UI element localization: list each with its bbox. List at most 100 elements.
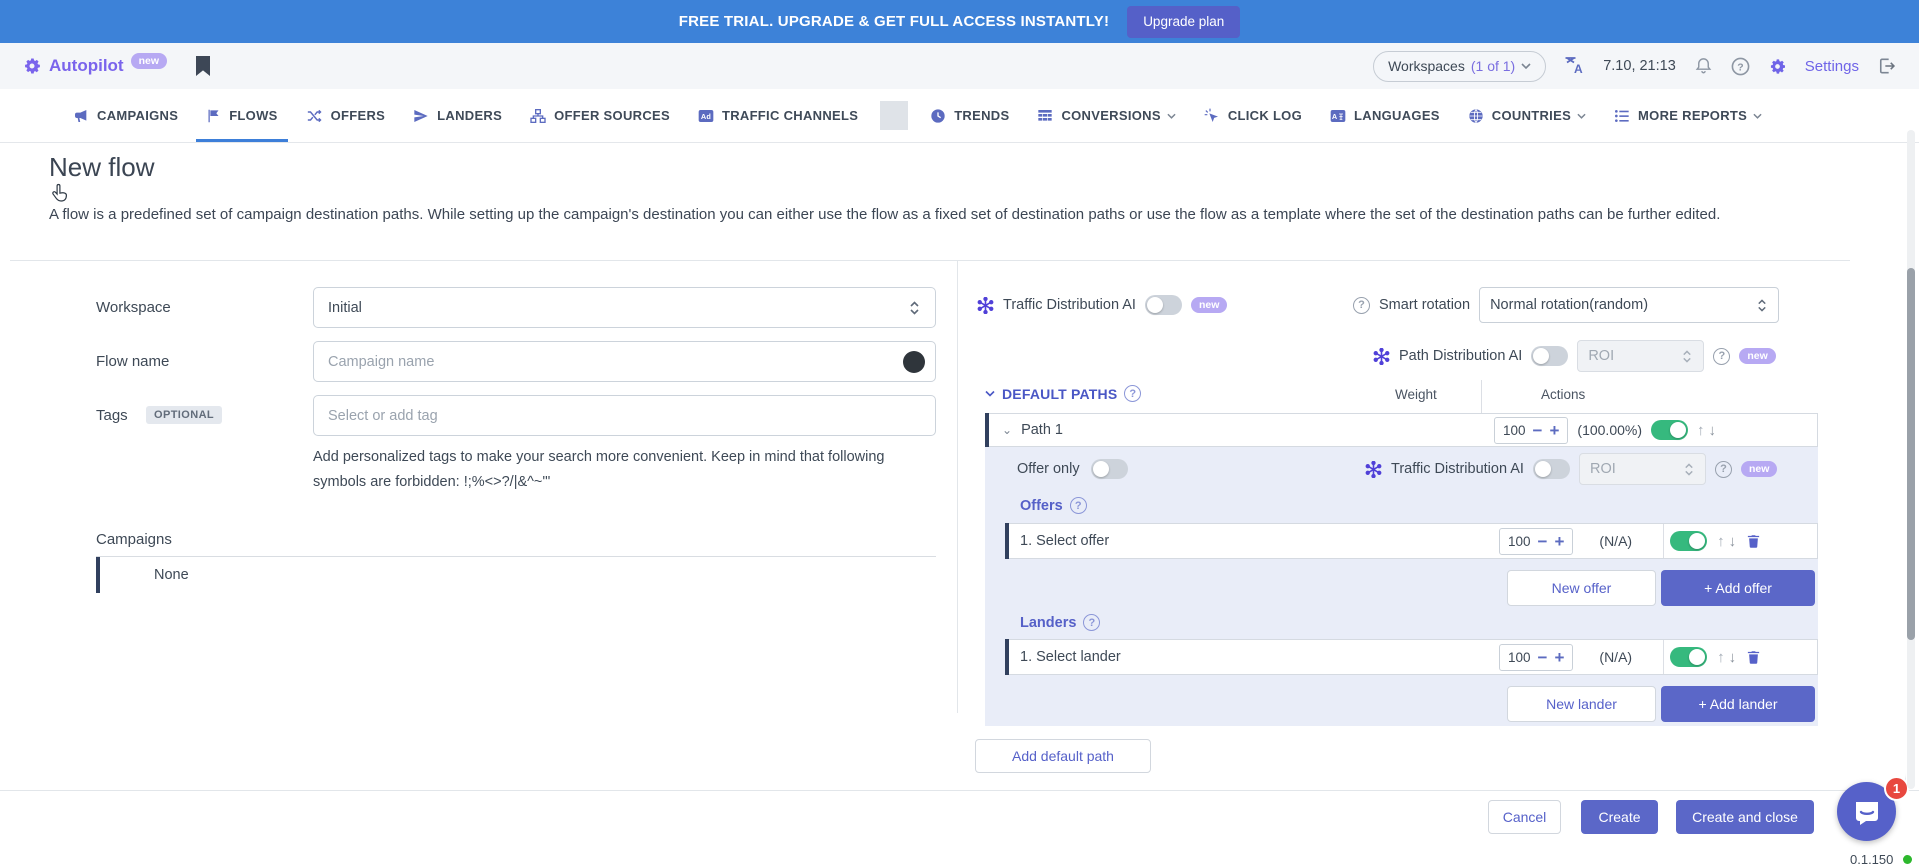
path-traffic-ai-label: Traffic Distribution AI bbox=[1391, 461, 1524, 477]
nav-item-conversions[interactable]: CONVERSIONS bbox=[1023, 89, 1189, 142]
svg-text:Ad: Ad bbox=[701, 112, 711, 121]
languages-icon: A bbox=[1330, 108, 1346, 124]
move-up-icon[interactable]: ↑ bbox=[1717, 533, 1725, 550]
delete-trash-icon[interactable] bbox=[1746, 649, 1761, 666]
help-icon[interactable]: ? bbox=[1715, 461, 1732, 478]
move-up-icon[interactable]: ↑ bbox=[1717, 649, 1725, 666]
add-default-path-button[interactable]: Add default path bbox=[975, 739, 1151, 773]
weight-plus-button[interactable]: + bbox=[1549, 422, 1559, 439]
actions-column-header: Actions bbox=[1541, 387, 1585, 402]
brand[interactable]: Autopilot new bbox=[22, 56, 167, 76]
help-icon[interactable]: ? bbox=[1353, 297, 1370, 314]
offer-weight-stepper[interactable]: 100 − + bbox=[1499, 528, 1573, 555]
settings-link[interactable]: Settings bbox=[1805, 58, 1859, 75]
help-icon[interactable]: ? bbox=[1070, 497, 1087, 514]
lander-enabled-toggle[interactable] bbox=[1670, 647, 1707, 667]
move-down-icon[interactable]: ↓ bbox=[1729, 649, 1737, 666]
column-separator bbox=[1481, 380, 1482, 413]
brand-new-badge: new bbox=[131, 53, 167, 70]
weight-minus-button[interactable]: − bbox=[1538, 533, 1548, 550]
add-offer-button[interactable]: + Add offer bbox=[1661, 570, 1815, 606]
workspace-label: Workspace bbox=[96, 299, 171, 316]
nav-label: TRENDS bbox=[954, 108, 1009, 123]
workspaces-dropdown[interactable]: Workspaces (1 of 1) bbox=[1373, 51, 1546, 82]
tags-input[interactable] bbox=[313, 395, 936, 436]
lander-weight-stepper[interactable]: 100 − + bbox=[1499, 644, 1573, 671]
smart-rotation-select[interactable]: Normal rotation(random) bbox=[1479, 287, 1779, 323]
help-icon[interactable]: ? bbox=[1124, 385, 1141, 402]
flow-name-input[interactable] bbox=[313, 341, 936, 382]
nav-item-click-log[interactable]: CLICK LOG bbox=[1190, 89, 1316, 142]
default-paths-header[interactable]: DEFAULT PATHS ? bbox=[985, 385, 1141, 402]
version-text: 0.1.150 bbox=[1850, 852, 1893, 867]
upgrade-plan-button[interactable]: Upgrade plan bbox=[1127, 6, 1240, 38]
path-row[interactable]: ⌄ Path 1 100 − + (100.00%) ↑ ↓ bbox=[985, 413, 1818, 447]
weight-minus-button[interactable]: − bbox=[1533, 422, 1543, 439]
settings-gear-icon[interactable] bbox=[1768, 57, 1787, 76]
nav-label: MORE REPORTS bbox=[1638, 108, 1747, 123]
path-traffic-ai-toggle[interactable] bbox=[1533, 459, 1570, 479]
move-up-icon[interactable]: ↑ bbox=[1697, 422, 1705, 439]
flow-color-picker[interactable] bbox=[903, 351, 925, 373]
nav-divider bbox=[880, 101, 908, 130]
lander-row-label: 1. Select lander bbox=[1020, 649, 1121, 665]
weight-plus-button[interactable]: + bbox=[1554, 533, 1564, 550]
campaigns-none-row: None bbox=[96, 556, 936, 592]
weight-plus-button[interactable]: + bbox=[1554, 649, 1564, 666]
offer-only-row: Offer only bbox=[1017, 450, 1128, 488]
nav-item-landers[interactable]: LANDERS bbox=[399, 89, 516, 142]
nav-item-trends[interactable]: TRENDS bbox=[916, 89, 1023, 142]
chat-notification-badge[interactable]: 1 bbox=[1884, 776, 1909, 801]
scrollbar-thumb[interactable] bbox=[1907, 268, 1915, 640]
cancel-button[interactable]: Cancel bbox=[1488, 800, 1561, 834]
lander-row[interactable]: 1. Select lander 100 − + (N/A) ↑ ↓ bbox=[1005, 639, 1818, 675]
nav-item-languages[interactable]: A LANGUAGES bbox=[1316, 89, 1454, 142]
notifications-bell-icon[interactable] bbox=[1694, 56, 1713, 76]
bookmark-icon[interactable] bbox=[195, 56, 211, 77]
path-traffic-ai-metric-select[interactable]: ROI bbox=[1579, 453, 1706, 485]
path-weight-stepper[interactable]: 100 − + bbox=[1494, 417, 1568, 444]
trial-banner: FREE TRIAL. UPGRADE & GET FULL ACCESS IN… bbox=[0, 0, 1919, 43]
nav-item-countries[interactable]: COUNTRIES bbox=[1454, 89, 1600, 142]
translate-icon[interactable]: A bbox=[1564, 56, 1585, 76]
offer-enabled-toggle[interactable] bbox=[1670, 531, 1707, 551]
path-ai-row: Path Distribution AI ROI ? new bbox=[1373, 339, 1776, 373]
path-ai-toggle[interactable] bbox=[1531, 346, 1568, 366]
more-reports-list-icon bbox=[1614, 108, 1630, 124]
offer-stat: (N/A) bbox=[1599, 533, 1632, 549]
create-and-close-button[interactable]: Create and close bbox=[1676, 800, 1814, 834]
nav-item-offers[interactable]: OFFERS bbox=[292, 89, 400, 142]
new-offer-button[interactable]: New offer bbox=[1507, 570, 1656, 606]
offers-section-header: Offers ? bbox=[1020, 497, 1087, 514]
create-button[interactable]: Create bbox=[1581, 800, 1658, 834]
nav-item-offer-sources[interactable]: OFFER SOURCES bbox=[516, 89, 684, 142]
nav-item-more-reports[interactable]: MORE REPORTS bbox=[1600, 89, 1776, 142]
nav-item-flows[interactable]: FLOWS bbox=[192, 89, 291, 142]
default-paths-title: DEFAULT PATHS bbox=[1002, 386, 1117, 402]
traffic-channels-ad-icon: Ad bbox=[698, 108, 714, 124]
traffic-ai-toggle[interactable] bbox=[1145, 295, 1182, 315]
new-lander-button[interactable]: New lander bbox=[1507, 686, 1656, 722]
workspace-select[interactable]: Initial bbox=[313, 287, 936, 328]
path-enabled-toggle[interactable] bbox=[1651, 420, 1688, 440]
path-ai-metric-select[interactable]: ROI bbox=[1577, 340, 1704, 372]
nav-item-campaigns[interactable]: CAMPAIGNS bbox=[59, 89, 192, 142]
lander-stat: (N/A) bbox=[1599, 649, 1632, 665]
gears-logo-icon bbox=[22, 56, 42, 76]
landers-title: Landers bbox=[1020, 615, 1076, 631]
section-divider bbox=[10, 260, 1850, 261]
offer-only-toggle[interactable] bbox=[1091, 459, 1128, 479]
offer-row[interactable]: 1. Select offer 100 − + (N/A) ↑ ↓ bbox=[1005, 523, 1818, 559]
nav-item-traffic-channels[interactable]: Ad TRAFFIC CHANNELS bbox=[684, 89, 872, 142]
help-icon[interactable]: ? bbox=[1713, 348, 1730, 365]
help-icon[interactable]: ? bbox=[1731, 57, 1750, 76]
add-lander-button[interactable]: + Add lander bbox=[1661, 686, 1815, 722]
path-weight-value: 100 bbox=[1503, 423, 1526, 438]
delete-trash-icon[interactable] bbox=[1746, 533, 1761, 550]
move-down-icon[interactable]: ↓ bbox=[1729, 533, 1737, 550]
help-icon[interactable]: ? bbox=[1083, 614, 1100, 631]
logout-icon[interactable] bbox=[1877, 56, 1897, 76]
weight-minus-button[interactable]: − bbox=[1538, 649, 1548, 666]
move-down-icon[interactable]: ↓ bbox=[1709, 422, 1717, 439]
lander-weight-value: 100 bbox=[1508, 650, 1531, 665]
